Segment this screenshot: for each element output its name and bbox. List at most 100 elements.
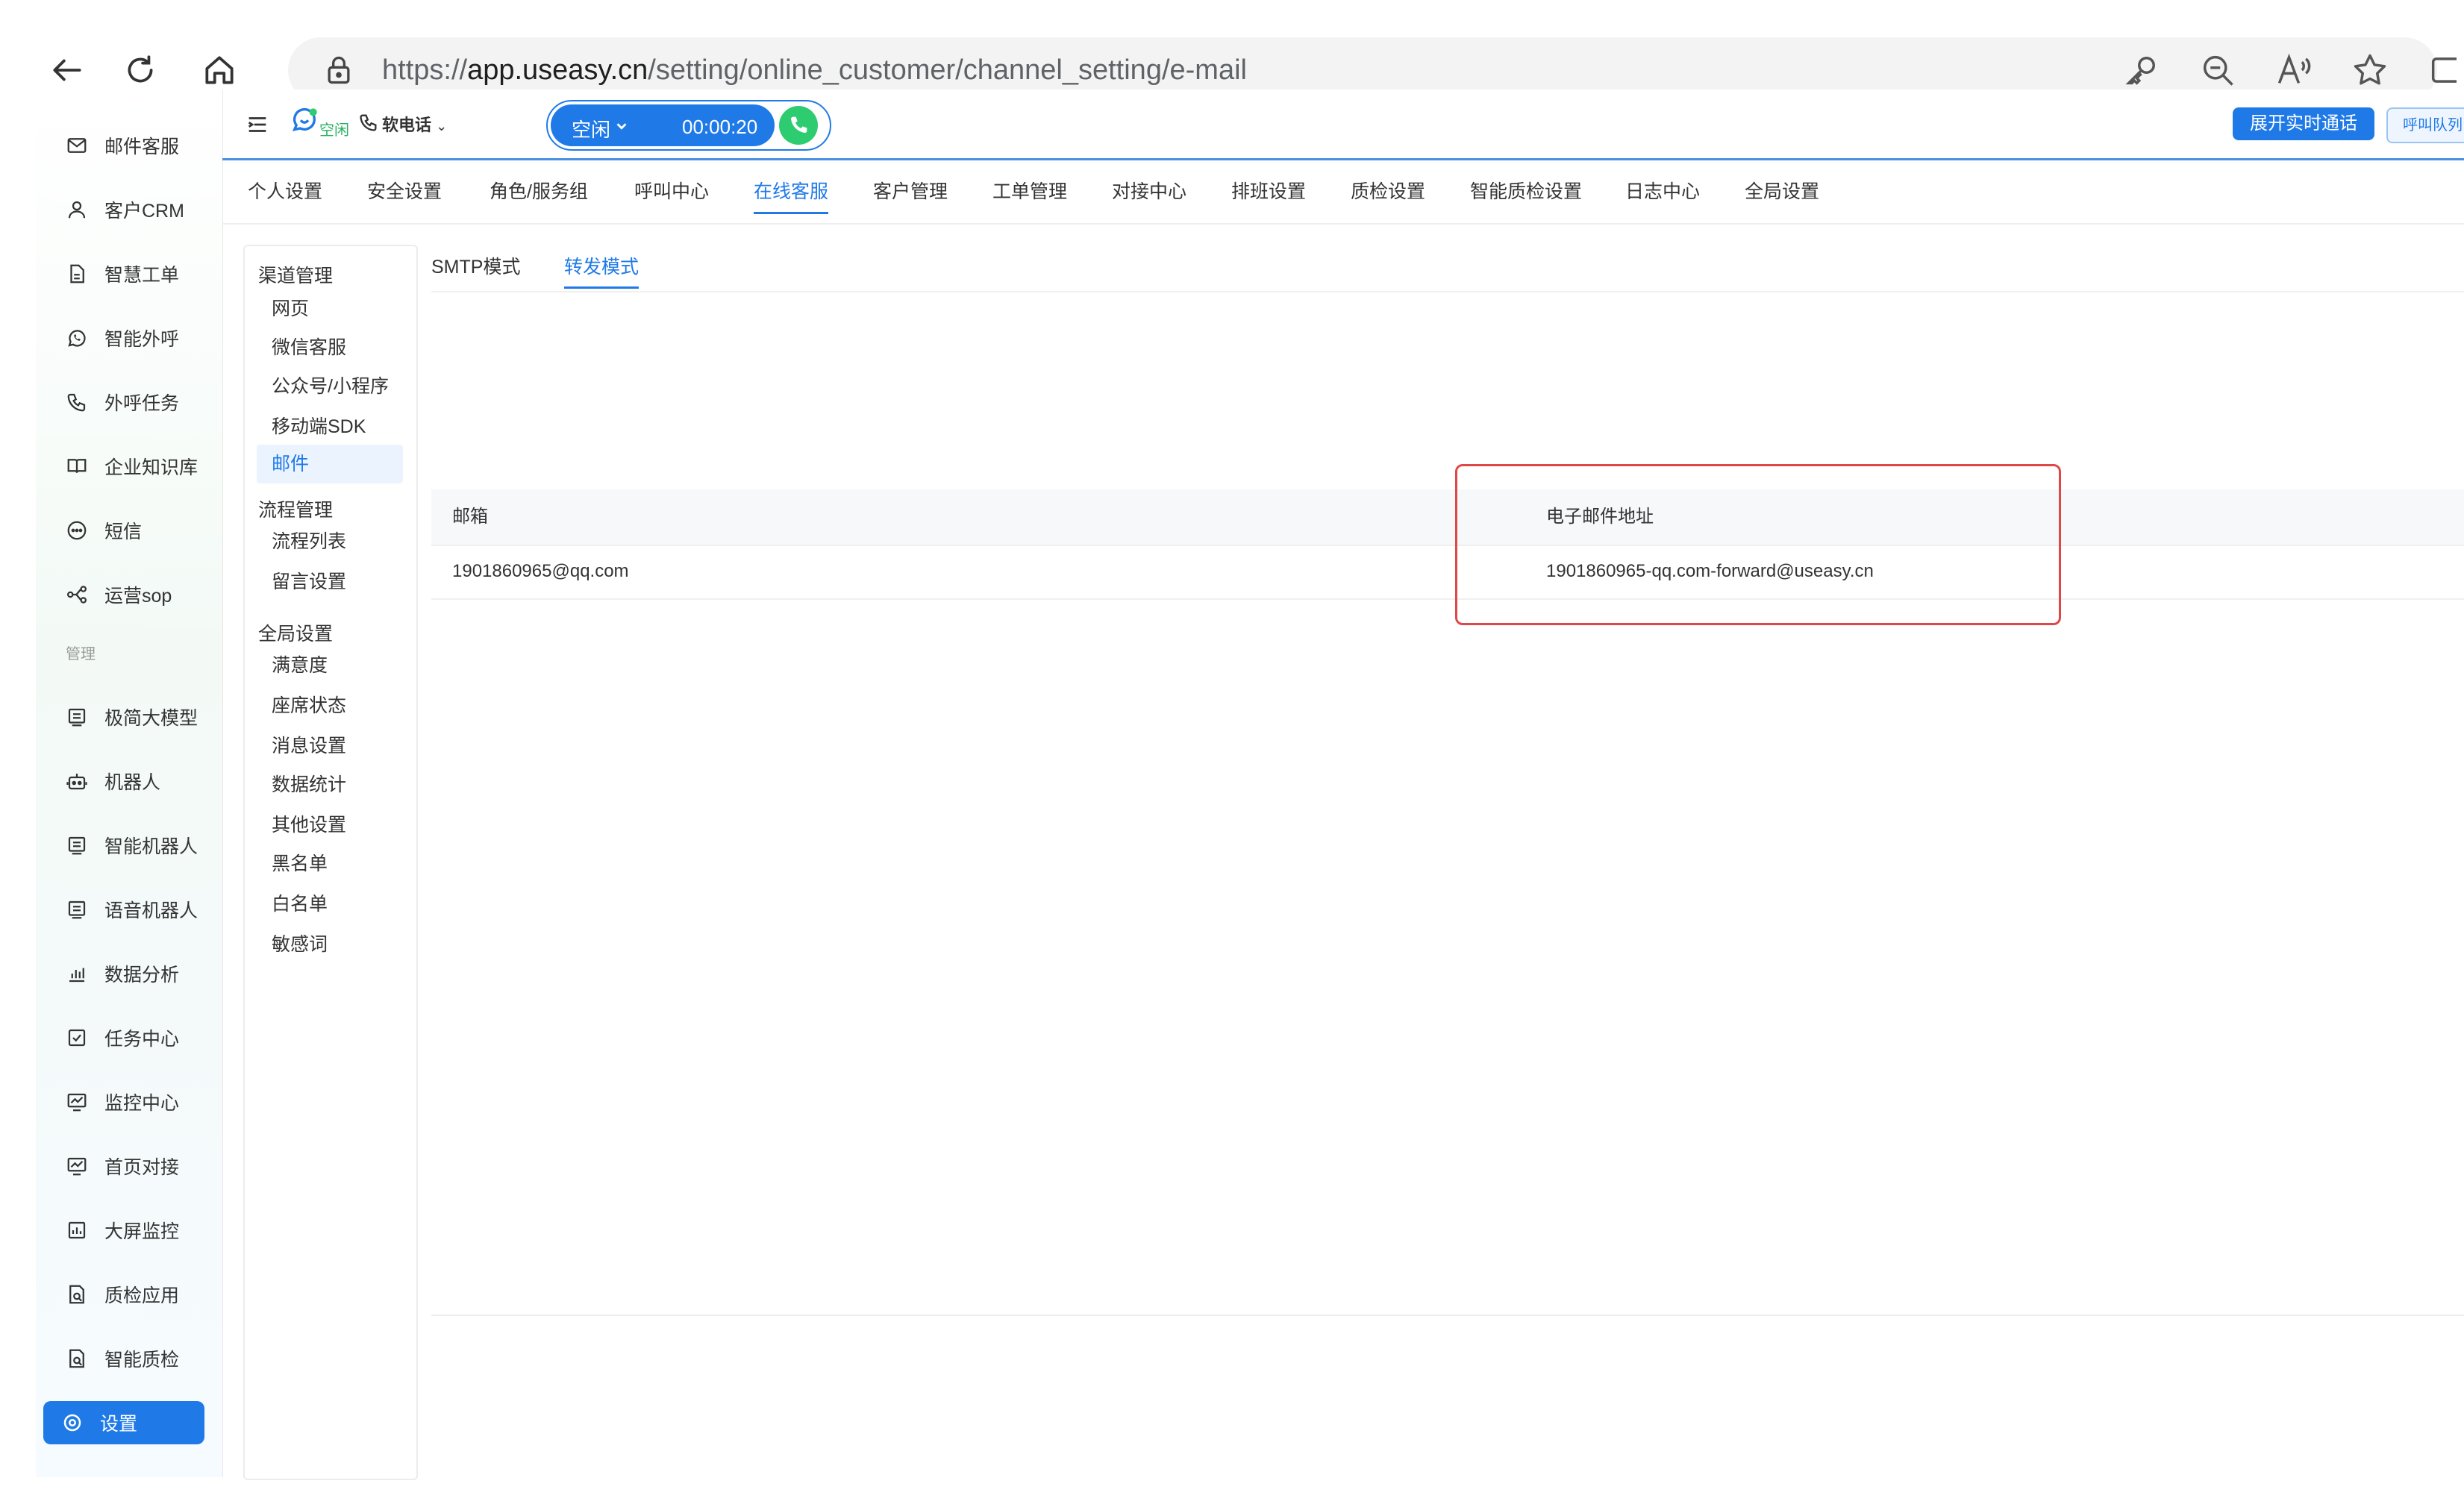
submenu-item-flow-list[interactable]: 流程列表: [257, 522, 403, 561]
tab-personal[interactable]: 个人设置: [248, 160, 322, 223]
main-sidebar: 邮件客服 客户CRM 智慧工单 智能外呼 外呼任务 企业知识库 短信 运营sop…: [36, 90, 223, 1477]
tab-roles[interactable]: 角色/服务组: [490, 160, 588, 223]
favorite-star-icon[interactable]: [2351, 51, 2389, 90]
tab-integration[interactable]: 对接中心: [1112, 160, 1186, 223]
user-icon: [66, 198, 88, 221]
table-row[interactable]: 1901860965@qq.com 1901860965-qq.com-forw…: [431, 545, 2464, 600]
sidebar-item-robot[interactable]: 机器人: [43, 758, 215, 804]
submenu-item-seat-status[interactable]: 座席状态: [257, 686, 403, 725]
sidebar-item-label: 邮件客服: [104, 137, 180, 157]
submenu-item-sensitive[interactable]: 敏感词: [257, 925, 403, 964]
sidebar-item-label: 智慧工单: [104, 265, 180, 286]
sidebar-item-big-screen[interactable]: 大屏监控: [43, 1207, 215, 1253]
status-timer: 00:00:20: [682, 116, 758, 138]
sidebar-item-sms[interactable]: 短信: [43, 507, 215, 554]
sidebar-item-data-analysis[interactable]: 数据分析: [43, 950, 215, 997]
submenu-item-web[interactable]: 网页: [257, 289, 403, 328]
call-queue-button[interactable]: 呼叫队列: [2386, 107, 2464, 143]
reload-icon[interactable]: [119, 49, 161, 91]
submenu-item-sdk[interactable]: 移动端SDK: [257, 407, 403, 446]
sidebar-item-llm[interactable]: 极简大模型: [43, 694, 215, 740]
submenu-item-other[interactable]: 其他设置: [257, 806, 403, 845]
sidebar-item-settings[interactable]: 设置: [43, 1401, 204, 1444]
submenu-item-statistics[interactable]: 数据统计: [257, 765, 403, 804]
key-icon[interactable]: [2122, 51, 2161, 90]
channel-submenu: 渠道管理 网页 微信客服 公众号/小程序 移动端SDK 邮件 流程管理 流程列表…: [243, 245, 418, 1480]
sidebar-item-label: 质检应用: [104, 1285, 180, 1306]
tab-qc[interactable]: 质检设置: [1351, 160, 1425, 223]
email-channel-content: SMTP模式 转发模式 邮箱 电子邮件地址 1901860965@qq.com …: [431, 239, 2464, 1477]
sidebar-item-home-integration[interactable]: 首页对接: [43, 1143, 215, 1189]
sidebar-item-label: 机器人: [104, 772, 161, 793]
submenu-item-whitelist[interactable]: 白名单: [257, 885, 403, 924]
book-icon: [66, 455, 88, 477]
monitor-icon: [66, 1091, 88, 1113]
divider: [431, 1315, 2464, 1316]
tab-smart-qc[interactable]: 智能质检设置: [1470, 160, 1582, 223]
sidebar-item-label: 任务中心: [104, 1029, 180, 1050]
sidebar-group-label: 管理: [66, 646, 96, 662]
tab-schedule[interactable]: 排班设置: [1231, 160, 1306, 223]
sidebar-item-voice-robot[interactable]: 语音机器人: [43, 886, 215, 933]
submenu-item-msg-settings[interactable]: 消息设置: [257, 727, 403, 765]
sidebar-item-label: 大屏监控: [104, 1221, 180, 1242]
submenu-item-blacklist[interactable]: 黑名单: [257, 845, 403, 883]
tab-logs[interactable]: 日志中心: [1625, 160, 1700, 223]
sidebar-item-monitor-center[interactable]: 监控中心: [43, 1079, 215, 1125]
sidebar-item-label: 智能机器人: [104, 836, 198, 857]
cell-mailbox[interactable]: 1901860965@qq.com: [452, 545, 629, 598]
submenu-item-email[interactable]: 邮件: [257, 445, 403, 483]
tab-call-center[interactable]: 呼叫中心: [634, 160, 709, 223]
menu-toggle-icon[interactable]: [245, 112, 270, 137]
status-small-label: 空闲: [319, 122, 349, 139]
tab-smtp-mode[interactable]: SMTP模式: [431, 252, 520, 279]
sidebar-item-smart-qc[interactable]: 智能质检: [43, 1335, 215, 1382]
status-dropdown[interactable]: 空闲 00:00:20: [551, 104, 775, 146]
tab-global[interactable]: 全局设置: [1745, 160, 1819, 223]
sidebar-item-sop[interactable]: 运营sop: [43, 571, 215, 618]
sidebar-item-task-center[interactable]: 任务中心: [43, 1015, 215, 1061]
sidebar-item-label: 外呼任务: [104, 393, 180, 414]
sidebar-item-smart-robot[interactable]: 智能机器人: [43, 822, 215, 868]
tab-online-service[interactable]: 在线客服: [754, 160, 829, 223]
back-arrow-icon[interactable]: [46, 49, 88, 91]
lock-icon[interactable]: [322, 54, 355, 87]
sidebar-item-qc-app[interactable]: 质检应用: [43, 1271, 215, 1318]
divider: [431, 291, 2464, 292]
tab-customer[interactable]: 客户管理: [873, 160, 948, 223]
submenu-item-message[interactable]: 留言设置: [257, 563, 403, 601]
home-icon[interactable]: [198, 49, 240, 91]
softphone-dropdown[interactable]: 软电话 ⌄: [382, 112, 447, 136]
submenu-item-wechat[interactable]: 微信客服: [257, 328, 403, 367]
sidebar-item-label: 语音机器人: [104, 900, 198, 921]
split-screen-icon[interactable]: [2427, 51, 2457, 90]
sidebar-item-label: 运营sop: [104, 586, 172, 607]
phone-icon[interactable]: [358, 112, 379, 133]
sidebar-item-work-order[interactable]: 智慧工单: [43, 251, 215, 297]
url-text[interactable]: https://app.useasy.cn/setting/online_cus…: [382, 52, 1247, 88]
sidebar-item-smart-call[interactable]: 智能外呼: [43, 315, 215, 361]
sidebar-item-label: 设置: [100, 1414, 138, 1435]
tab-work-order[interactable]: 工单管理: [992, 160, 1067, 223]
whatsapp-icon: [66, 327, 88, 349]
tab-forward-mode[interactable]: 转发模式: [564, 252, 640, 289]
bar-chart-icon: [66, 962, 88, 985]
voice-robot-icon: [66, 898, 88, 921]
submenu-item-mp[interactable]: 公众号/小程序: [257, 367, 403, 406]
submenu-item-satisfaction[interactable]: 满意度: [257, 646, 403, 685]
screen-icon: [66, 1219, 88, 1241]
sidebar-item-call-task[interactable]: 外呼任务: [43, 379, 215, 425]
sidebar-item-crm[interactable]: 客户CRM: [43, 187, 215, 233]
expand-realtime-call-button[interactable]: 展开实时通话: [2233, 107, 2374, 140]
app-window: 邮件客服 客户CRM 智慧工单 智能外呼 外呼任务 企业知识库 短信 运营sop…: [36, 90, 2464, 1480]
sidebar-item-knowledge-base[interactable]: 企业知识库: [43, 443, 215, 489]
tab-security[interactable]: 安全设置: [367, 160, 442, 223]
model-icon: [66, 706, 88, 728]
call-button[interactable]: [779, 106, 818, 145]
chevron-down-icon: ⌄: [436, 119, 448, 134]
sidebar-item-mail-service[interactable]: 邮件客服: [43, 122, 215, 169]
online-status-icon[interactable]: [290, 106, 319, 136]
read-aloud-icon[interactable]: [2274, 51, 2313, 90]
zoom-out-icon[interactable]: [2198, 51, 2237, 90]
agent-status-control[interactable]: 空闲 00:00:20: [546, 100, 831, 151]
